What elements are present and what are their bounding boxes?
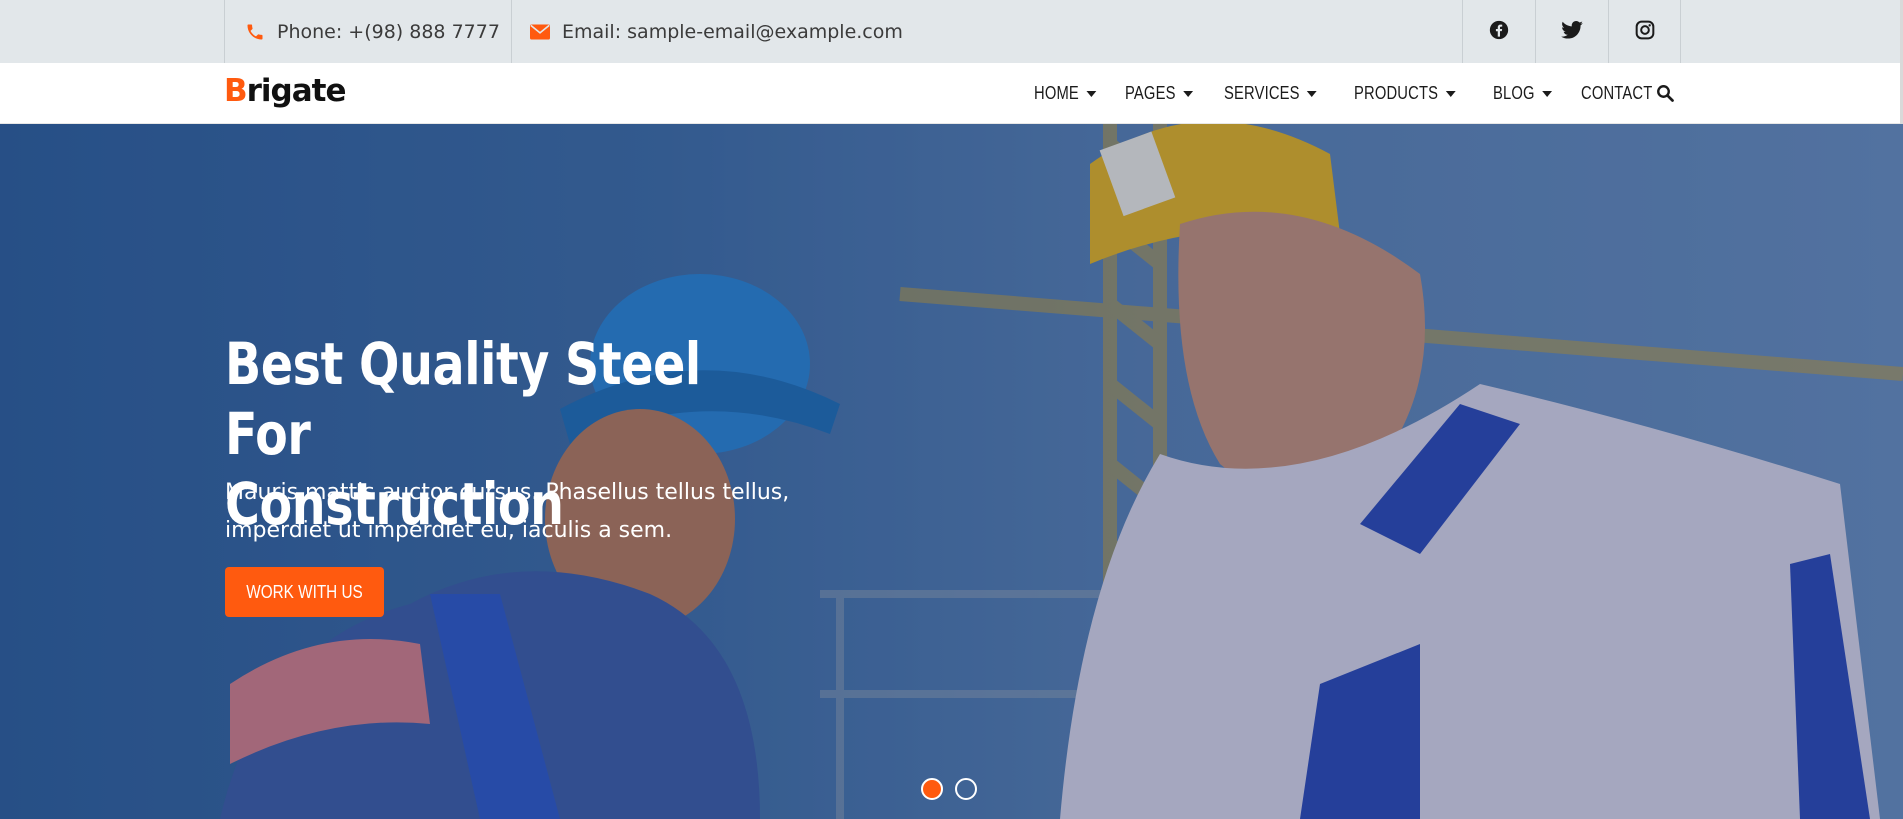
phone-text: Phone: +(98) 888 7777 <box>277 20 500 43</box>
twitter-link[interactable] <box>1535 0 1608 63</box>
instagram-link[interactable] <box>1608 0 1681 63</box>
slider-dot-1[interactable] <box>921 778 943 800</box>
envelope-icon <box>530 24 550 40</box>
caret-down-icon <box>1307 90 1318 97</box>
hero-description: Mauris mattis auctor cursus. Phasellus t… <box>225 480 790 543</box>
main-menu: HOME PAGES SERVICES PRODUCTS BLOG CONTAC… <box>1034 63 1664 124</box>
search-button[interactable] <box>1656 84 1674 106</box>
twitter-icon <box>1561 20 1583 43</box>
main-navbar: Brigate HOME PAGES SERVICES PRODUCTS BLO… <box>0 63 1903 124</box>
nav-item-products[interactable]: PRODUCTS <box>1354 83 1455 104</box>
caret-down-icon <box>1445 90 1455 97</box>
nav-item-pages[interactable]: PAGES <box>1125 83 1194 104</box>
email-text: Email: sample-email@example.com <box>562 20 903 43</box>
caret-down-icon <box>1183 90 1194 97</box>
work-with-us-button[interactable]: WORK WITH US <box>225 567 384 617</box>
nav-item-contact[interactable]: CONTACT <box>1581 83 1652 104</box>
caret-down-icon <box>1085 90 1096 97</box>
nav-item-services[interactable]: SERVICES <box>1224 83 1318 104</box>
site-logo[interactable]: Brigate <box>224 73 347 109</box>
email-contact[interactable]: Email: sample-email@example.com <box>512 0 903 63</box>
facebook-icon <box>1489 20 1509 44</box>
hero-slider: Best Quality Steel For Construction Maur… <box>0 124 1903 819</box>
caret-down-icon <box>1542 90 1553 97</box>
phone-contact[interactable]: Phone: +(98) 888 7777 <box>224 0 512 63</box>
top-info-bar: Phone: +(98) 888 7777 Email: sample-emai… <box>0 0 1903 63</box>
instagram-icon <box>1635 20 1655 44</box>
nav-item-home[interactable]: HOME <box>1034 83 1096 104</box>
slider-dot-2[interactable] <box>955 778 977 800</box>
nav-item-blog[interactable]: BLOG <box>1493 83 1553 104</box>
phone-icon <box>245 22 265 42</box>
facebook-link[interactable] <box>1462 0 1535 63</box>
slider-dots <box>921 778 977 800</box>
search-icon <box>1656 85 1674 106</box>
